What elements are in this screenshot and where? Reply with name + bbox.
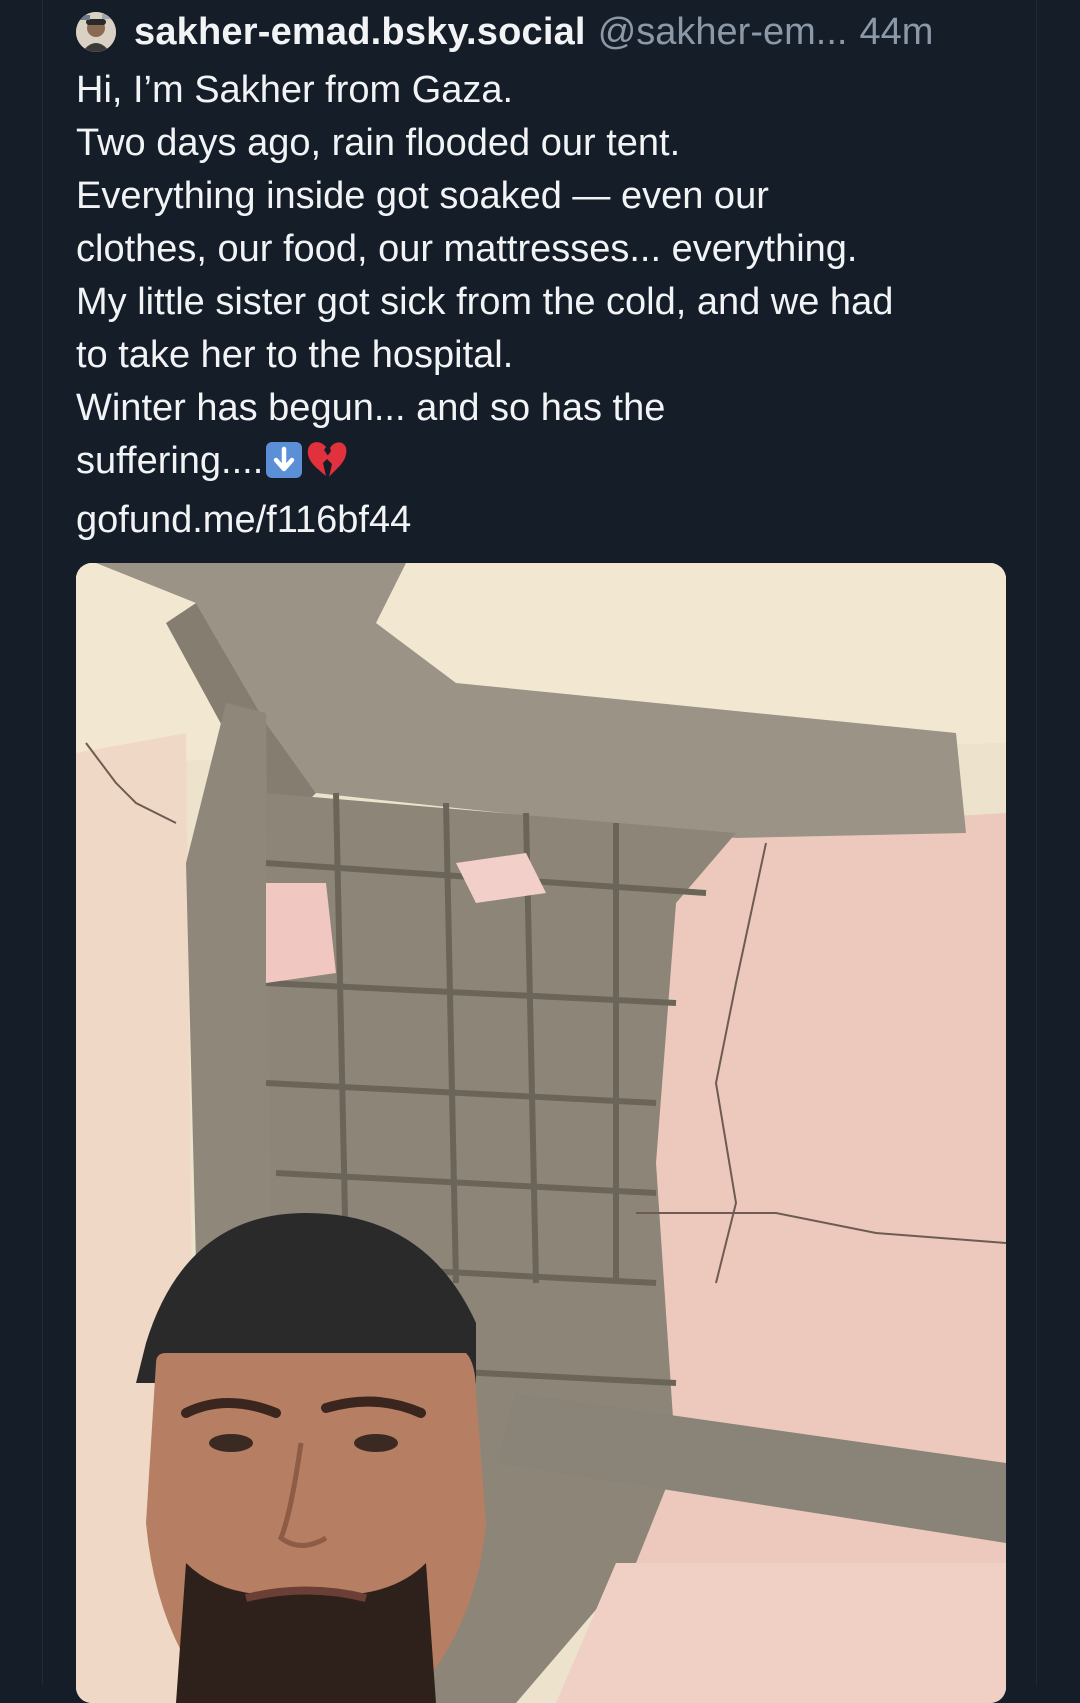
feed-divider-right <box>1036 0 1037 1685</box>
post-text-line: clothes, our food, our mattresses... eve… <box>76 228 858 270</box>
post-text-line-with-emoji: suffering.... <box>76 435 1016 494</box>
post-text-line: Two days ago, rain flooded our tent. <box>76 122 681 164</box>
display-name[interactable]: sakher-emad.bsky.social <box>134 11 586 54</box>
post-text-line: Hi, I’m Sakher from Gaza. <box>76 69 514 111</box>
timestamp[interactable]: 44m <box>859 11 933 54</box>
feed-divider-left <box>42 0 43 1685</box>
down-arrow-icon <box>265 441 303 494</box>
post-text-line: Winter has begun... and so has the <box>76 387 666 429</box>
gofundme-link[interactable]: gofund.me/f116bf44 <box>76 494 1016 547</box>
post-header: sakher-emad.bsky.social @sakher-em... 44… <box>76 8 1006 56</box>
feed: sakher-emad.bsky.social @sakher-em... 44… <box>0 0 1080 1703</box>
post-body: Hi, I’m Sakher from Gaza. Two days ago, … <box>76 64 1016 547</box>
post-image[interactable] <box>76 563 1006 1703</box>
broken-heart-icon <box>305 439 349 494</box>
avatar[interactable] <box>76 12 116 52</box>
post-text-line: suffering.... <box>76 440 264 482</box>
post-text-line: Everything inside got soaked — even our <box>76 175 769 217</box>
post-text-line: to take her to the hospital. <box>76 334 514 376</box>
post-text-line: My little sister got sick from the cold,… <box>76 281 894 323</box>
handle[interactable]: @sakher-em... <box>598 11 848 54</box>
